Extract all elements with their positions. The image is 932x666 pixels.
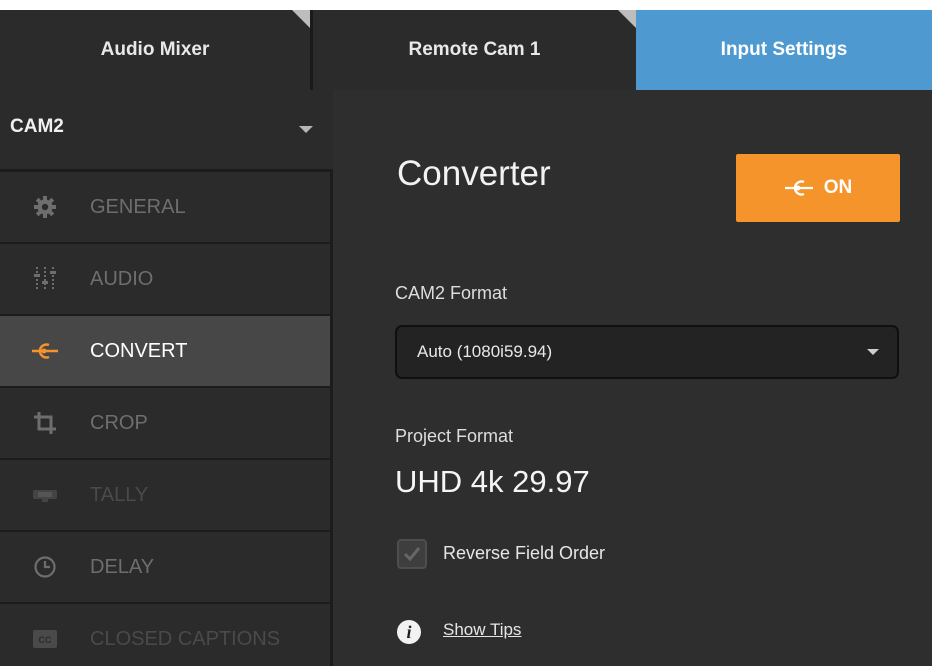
reverse-field-order-checkbox[interactable]: [397, 539, 427, 569]
tab-corner-indicator: [618, 10, 636, 28]
tab-corner-indicator: [292, 10, 310, 28]
sidebar-item-closed-captions[interactable]: CC CLOSED CAPTIONS: [0, 604, 330, 666]
tab-remote-cam-1[interactable]: Remote Cam 1: [313, 10, 636, 90]
converter-icon: [784, 180, 813, 196]
format-select[interactable]: Auto (1080i59.94): [395, 325, 899, 379]
checkmark-icon: [403, 547, 421, 562]
sidebar-item-label: CONVERT: [90, 339, 188, 362]
info-icon: i: [397, 620, 421, 644]
sidebar-item-label: TALLY: [90, 483, 149, 506]
tab-input-settings[interactable]: Input Settings: [636, 10, 932, 90]
sidebar: CAM2 GENERAL AUDIO CONVERT CROP TALLY DE…: [0, 90, 333, 666]
svg-text:CC: CC: [39, 635, 52, 645]
converter-toggle-button[interactable]: ON: [736, 154, 900, 222]
tab-label: Remote Cam 1: [408, 39, 541, 60]
tab-label: Audio Mixer: [100, 39, 210, 60]
converter-icon: [0, 316, 90, 386]
page-title: Converter: [397, 154, 551, 193]
crop-icon: [0, 388, 90, 458]
gear-icon: [0, 172, 90, 242]
sidebar-item-label: CROP: [90, 411, 148, 434]
sidebar-item-tally[interactable]: TALLY: [0, 460, 330, 530]
sidebar-item-delay[interactable]: DELAY: [0, 532, 330, 602]
toggle-label: ON: [823, 177, 853, 198]
reverse-field-order-label: Reverse Field Order: [443, 543, 606, 563]
clock-icon: [0, 532, 90, 602]
tab-bar: Audio Mixer Remote Cam 1 Input Settings: [0, 10, 932, 90]
project-format-value: UHD 4k 29.97: [395, 464, 590, 499]
sidebar-item-label: GENERAL: [90, 195, 186, 218]
tab-audio-mixer[interactable]: Audio Mixer: [0, 10, 313, 90]
sidebar-item-audio[interactable]: AUDIO: [0, 244, 330, 314]
input-select-dropdown[interactable]: CAM2: [0, 90, 333, 169]
format-label: CAM2 Format: [395, 283, 508, 303]
sidebar-item-general[interactable]: GENERAL: [0, 172, 330, 242]
cc-icon: CC: [0, 604, 90, 666]
sidebar-item-label: CLOSED CAPTIONS: [90, 627, 281, 650]
app-window: Audio Mixer Remote Cam 1 Input Settings …: [0, 10, 932, 666]
chevron-down-icon: [867, 349, 879, 355]
input-select-value: CAM2: [10, 116, 64, 137]
sidebar-item-label: AUDIO: [90, 267, 154, 290]
project-format-label: Project Format: [395, 426, 514, 446]
sidebar-item-label: DELAY: [90, 555, 155, 578]
format-select-value: Auto (1080i59.94): [417, 342, 553, 361]
settings-panel: Converter ON CAM2 Format Auto (1080i59.9…: [333, 90, 932, 666]
tab-label: Input Settings: [720, 39, 848, 60]
sidebar-item-crop[interactable]: CROP: [0, 388, 330, 458]
show-tips-link[interactable]: Show Tips: [443, 620, 521, 640]
chevron-down-icon: [299, 126, 313, 133]
audio-sliders-icon: [0, 244, 90, 314]
tally-icon: [0, 460, 90, 530]
sidebar-item-convert[interactable]: CONVERT: [0, 316, 330, 386]
